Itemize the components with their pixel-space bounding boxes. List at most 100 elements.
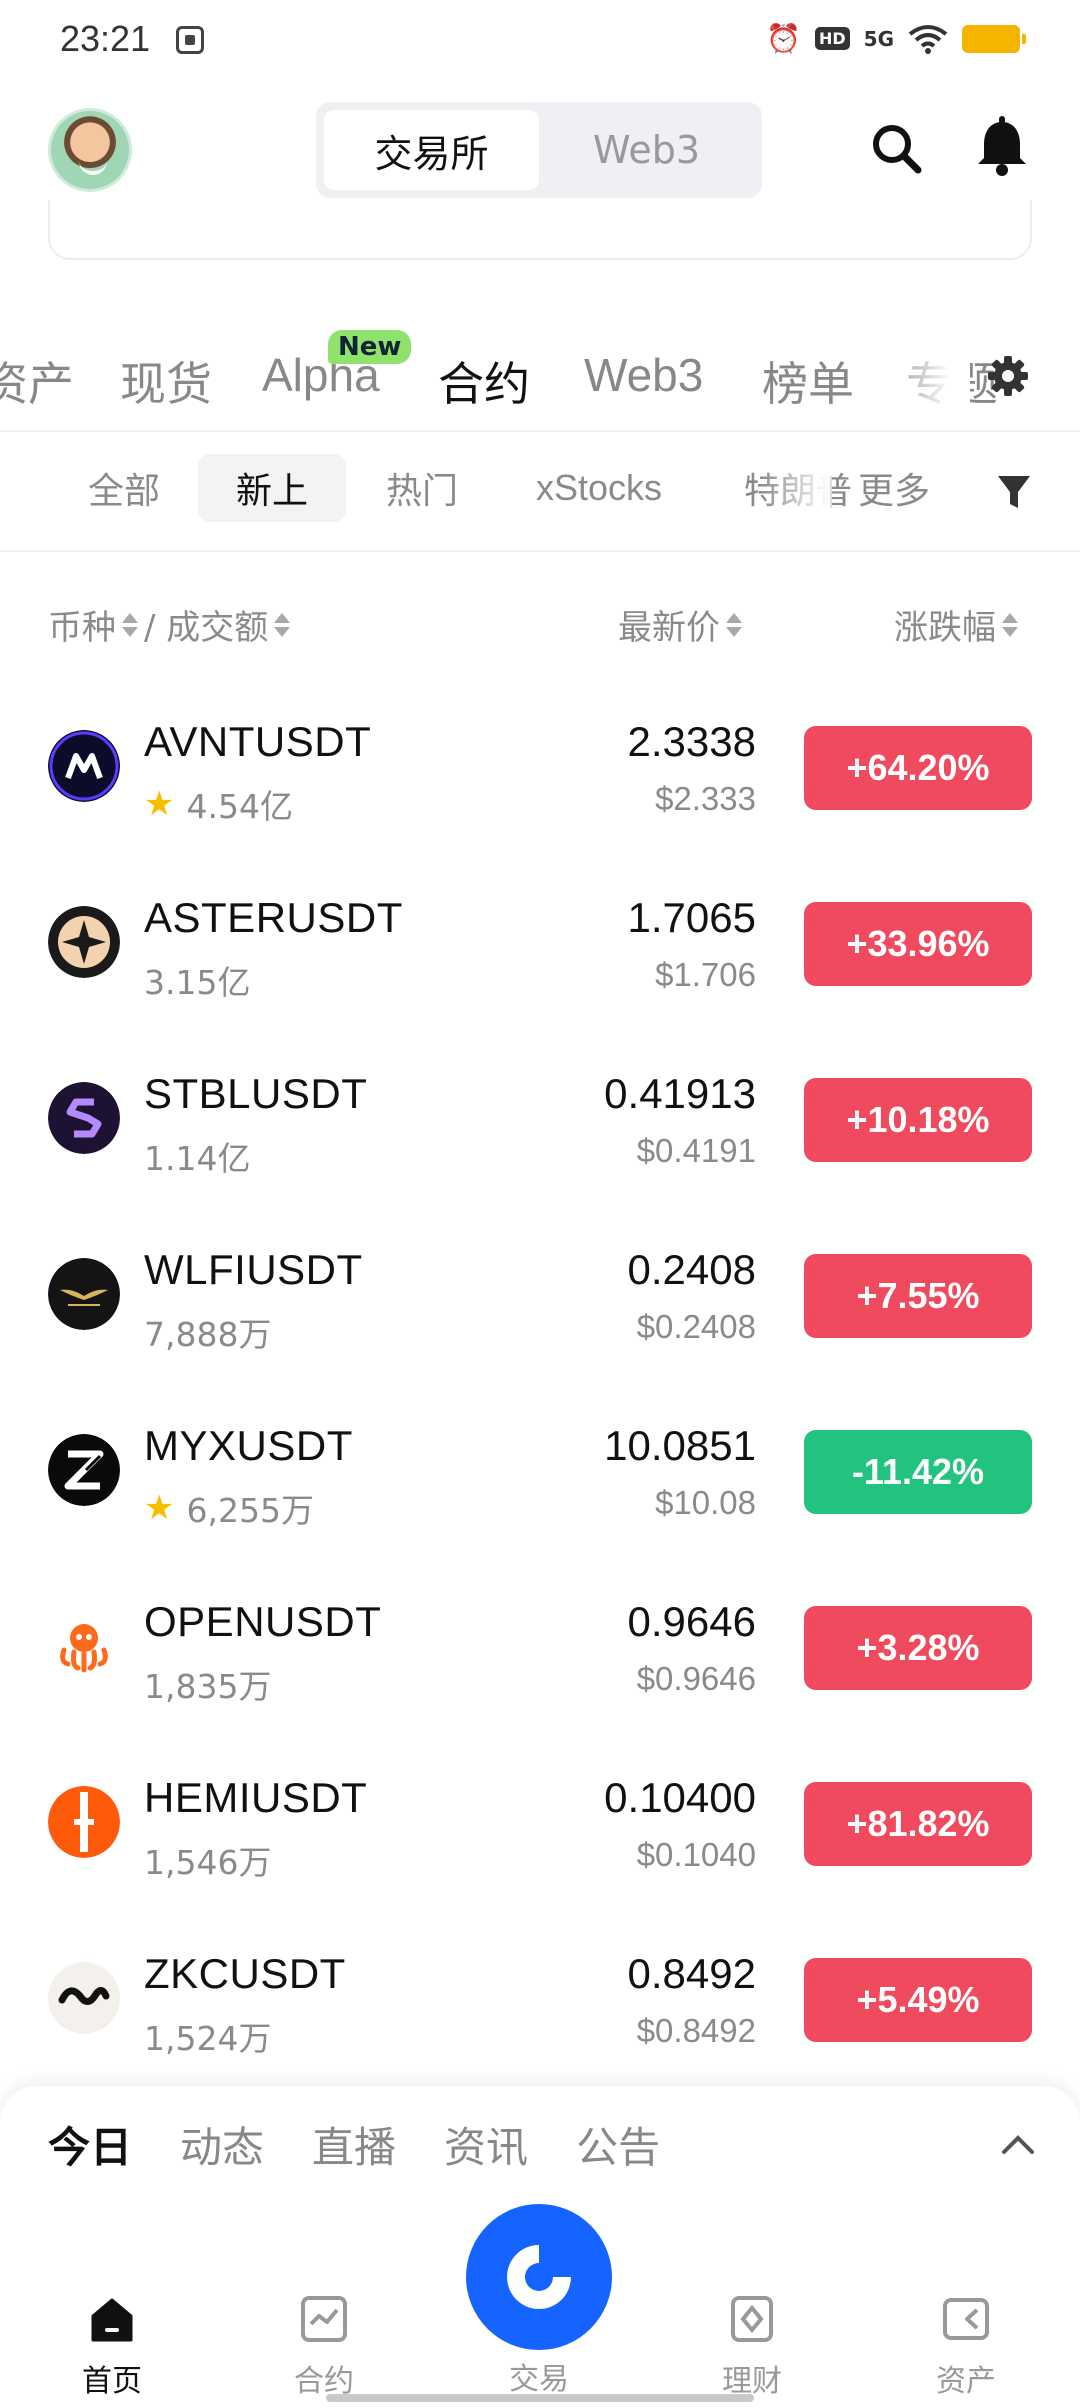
nav-assets[interactable]: 资产 [906, 2294, 1026, 2400]
last-price: 1.7065 [627, 894, 756, 941]
subtab-more[interactable]: 更多 [820, 454, 968, 522]
sort-icon [726, 611, 742, 639]
change-badge[interactable]: +7.55% [804, 1254, 1032, 1338]
last-price: 0.9646 [627, 1598, 756, 1645]
column-coin-header[interactable]: 币种 / 成交额 [48, 600, 291, 649]
subtab-all[interactable]: 全部 [50, 454, 198, 522]
chevron-up-icon[interactable] [1000, 2132, 1036, 2156]
usd-price: $10.08 [655, 1484, 756, 1521]
nav-earn[interactable]: 理财 [692, 2294, 812, 2400]
usd-price: $2.333 [655, 780, 756, 817]
tab-spot[interactable]: 现货 [120, 348, 212, 414]
volume: 1,835万 [144, 1660, 271, 1708]
symbol: HEMIUSDT [144, 1774, 368, 1821]
new-badge: New [328, 330, 412, 364]
change-badge[interactable]: +33.96% [804, 902, 1032, 986]
news-tab-announcements[interactable]: 公告 [576, 2114, 660, 2175]
subtab-hot[interactable]: 热门 [348, 454, 496, 522]
usd-price: $0.1040 [636, 1836, 756, 1873]
volume: 1,524万 [144, 2012, 271, 2060]
column-change-header[interactable]: 涨跌幅 [894, 600, 1018, 649]
table-row[interactable]: HEMIUSDT 1,546万 0.10400 $0.1040 +81.82% [0, 1736, 1080, 1912]
segment-exchange[interactable]: 交易所 [324, 110, 539, 190]
volume-value: 1,524万 [144, 2019, 272, 2058]
avnt-icon [48, 730, 120, 802]
usd-price: $1.706 [655, 956, 756, 993]
last-price: 0.2408 [627, 1246, 756, 1293]
subtab-new[interactable]: 新上 [198, 454, 347, 522]
table-row[interactable]: AVNTUSDT ★ 4.54亿 2.3338 $2.333 +64.20% [0, 680, 1080, 856]
volume-value: 1.14亿 [144, 1139, 251, 1178]
zkc-icon [48, 1962, 120, 2034]
table-row[interactable]: ASTERUSDT 3.15亿 1.7065 $1.706 +33.96% [0, 856, 1080, 1032]
divider [0, 430, 1080, 432]
table-row[interactable]: WLFIUSDT 7,888万 0.2408 $0.2408 +7.55% [0, 1208, 1080, 1384]
myx-icon [48, 1434, 120, 1506]
home-indicator[interactable] [326, 2394, 754, 2402]
news-tab-feed[interactable]: 动态 [180, 2114, 264, 2175]
last-price: 2.3338 [627, 718, 756, 765]
bell-icon[interactable] [972, 116, 1032, 178]
change-badge[interactable]: +64.20% [804, 726, 1032, 810]
gear-icon[interactable] [986, 354, 1030, 398]
filter-icon[interactable] [996, 472, 1032, 512]
search-icon[interactable] [868, 120, 924, 176]
change-badge[interactable]: +5.49% [804, 1958, 1032, 2042]
futures-icon [301, 2296, 347, 2342]
nav-futures[interactable]: 合约 [264, 2294, 384, 2400]
tabs-fade [880, 330, 970, 420]
hemi-icon [48, 1786, 120, 1858]
volume: ★ 6,255万 [144, 1484, 314, 1532]
news-tab-live[interactable]: 直播 [312, 2114, 396, 2175]
category-tabs: 资产 现货 Alpha New 合约 Web3 榜单 专题 [0, 330, 1080, 420]
symbol: ASTERUSDT [144, 894, 403, 941]
news-tabs: 今日 动态 直播 资讯 公告 [48, 2114, 660, 2175]
symbol: WLFIUSDT [144, 1246, 363, 1293]
divider [0, 550, 1080, 552]
table-row[interactable]: STBLUSDT 1.14亿 0.41913 $0.4191 +10.18% [0, 1032, 1080, 1208]
tab-rankings[interactable]: 榜单 [762, 348, 854, 414]
avatar[interactable] [48, 108, 132, 192]
exchange-web3-switch: 交易所 Web3 [316, 102, 762, 198]
table-row[interactable]: MYXUSDT ★ 6,255万 10.0851 $10.08 -11.42% [0, 1384, 1080, 1560]
alarm-icon: ⏰ [766, 22, 801, 55]
nav-home[interactable]: 首页 [52, 2294, 172, 2400]
volume: ★ 4.54亿 [144, 780, 293, 828]
change-badge[interactable]: +3.28% [804, 1606, 1032, 1690]
status-bar: 23:21 ⏰ HD 5G [0, 0, 1080, 80]
bottom-nav: 首页 合约 交易 理财 资产 [0, 2204, 1080, 2408]
star-icon: ★ [144, 784, 175, 824]
last-price: 10.0851 [604, 1422, 756, 1469]
change-badge[interactable]: -11.42% [804, 1430, 1032, 1514]
tab-web3[interactable]: Web3 [584, 348, 703, 402]
tab-futures[interactable]: 合约 [438, 348, 530, 414]
star-icon: ★ [144, 1488, 175, 1528]
nav-trade[interactable] [466, 2204, 612, 2350]
column-price-header[interactable]: 最新价 [618, 600, 742, 649]
table-row[interactable]: OPENUSDT 1,835万 0.9646 $0.9646 +3.28% [0, 1560, 1080, 1736]
change-badge[interactable]: +10.18% [804, 1078, 1032, 1162]
last-price: 0.8492 [627, 1950, 756, 1997]
nav-label: 交易 [509, 2362, 569, 2397]
nav-label: 首页 [82, 2364, 142, 2399]
symbol: MYXUSDT [144, 1422, 353, 1469]
sort-icon [122, 611, 138, 639]
change-badge[interactable]: +81.82% [804, 1782, 1032, 1866]
nav-label: 资产 [936, 2364, 996, 2399]
subtab-xstocks[interactable]: xStocks [498, 454, 700, 522]
news-tab-news[interactable]: 资讯 [444, 2114, 528, 2175]
signal-icon: 5G [863, 26, 894, 51]
top-header: 交易所 Web3 [0, 90, 1080, 210]
table-row[interactable]: ZKCUSDT 1,524万 0.8492 $0.8492 +5.49% [0, 1912, 1080, 2088]
column-coin-label: 币种 [48, 608, 116, 648]
sub-tabs: 全部 新上 热门 xStocks 特朗普 更多 [0, 446, 1080, 526]
usd-price: $0.2408 [636, 1308, 756, 1345]
assets-icon [943, 2298, 989, 2340]
volume-value: 3.15亿 [144, 963, 251, 1002]
news-tab-today[interactable]: 今日 [48, 2114, 132, 2175]
volume-value: 4.54亿 [186, 787, 293, 826]
segment-web3[interactable]: Web3 [539, 110, 754, 190]
symbol: STBLUSDT [144, 1070, 368, 1117]
tab-assets[interactable]: 资产 [0, 348, 74, 414]
volume: 1,546万 [144, 1836, 271, 1884]
